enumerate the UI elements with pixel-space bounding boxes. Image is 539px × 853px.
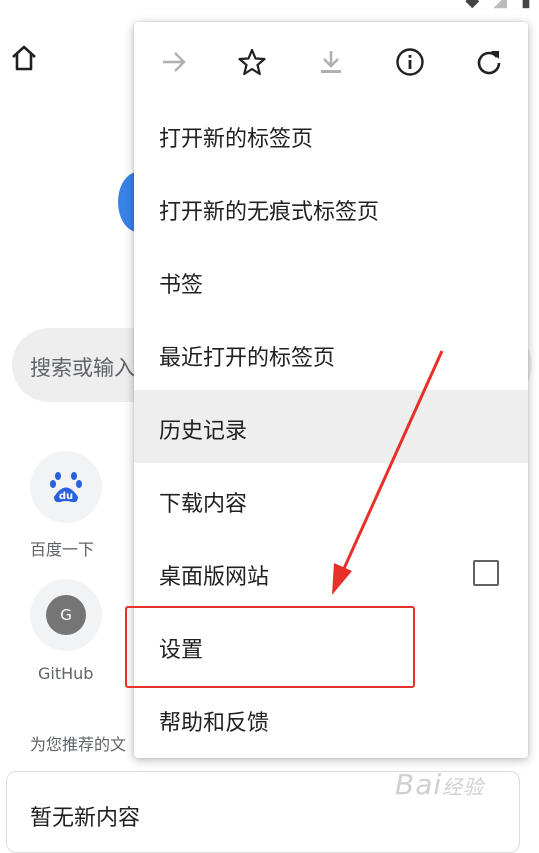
home-icon xyxy=(12,45,36,71)
menu-item-label: 历史记录 xyxy=(159,419,248,444)
menu-item-label: 打开新的标签页 xyxy=(159,127,314,152)
page-info-button[interactable] xyxy=(392,44,428,80)
home-button[interactable] xyxy=(8,42,40,74)
menu-item-bookmarks[interactable]: 书签 xyxy=(134,244,528,317)
feed-card-title: 暂无新内容 xyxy=(30,806,141,831)
baidu-icon: du xyxy=(50,472,82,503)
wifi-icon: ◆ xyxy=(465,0,480,11)
menu-item-help-feedback[interactable]: 帮助和反馈 xyxy=(134,682,528,755)
download-page-button[interactable] xyxy=(313,44,349,80)
annotation-highlight-box xyxy=(125,606,415,688)
menu-icon-row xyxy=(134,22,528,102)
refresh-button[interactable] xyxy=(471,44,507,80)
signal-icon: ◢ xyxy=(493,0,508,11)
tile-baidu[interactable]: du xyxy=(30,451,102,523)
forward-button[interactable] xyxy=(156,44,192,80)
forward-arrow-icon xyxy=(163,52,186,72)
menu-item-label: 书签 xyxy=(159,273,204,298)
download-icon xyxy=(321,51,341,73)
menu-item-label: 打开新的无痕式标签页 xyxy=(159,200,380,225)
menu-item-label: 下载内容 xyxy=(159,492,248,517)
tile-github[interactable]: G xyxy=(30,579,102,651)
search-placeholder: 搜索或输入 xyxy=(30,356,135,380)
svg-text:du: du xyxy=(59,491,73,502)
desktop-site-checkbox[interactable] xyxy=(473,560,499,586)
battery-icon: ▮ xyxy=(521,0,531,11)
refresh-icon xyxy=(477,51,501,75)
recommend-label: 为您推荐的文 xyxy=(30,735,127,754)
menu-item-label: 帮助和反馈 xyxy=(159,711,270,736)
status-bar-icons: ◆ ◢ ▮ xyxy=(465,0,531,11)
star-icon xyxy=(238,48,266,76)
tile-label-baidu: 百度一下 xyxy=(30,540,95,559)
info-icon xyxy=(396,48,424,76)
menu-item-new-tab[interactable]: 打开新的标签页 xyxy=(134,98,528,171)
annotation-arrow xyxy=(332,350,444,595)
tile-label-github: GitHub xyxy=(38,664,94,683)
bookmark-star-button[interactable] xyxy=(234,44,270,80)
watermark-logo: Bai经验 xyxy=(395,768,485,801)
letter-g-icon: G xyxy=(46,595,86,635)
menu-item-label: 桌面版网站 xyxy=(159,565,270,590)
menu-item-label: 最近打开的标签页 xyxy=(159,346,336,371)
menu-item-incognito-tab[interactable]: 打开新的无痕式标签页 xyxy=(134,171,528,244)
